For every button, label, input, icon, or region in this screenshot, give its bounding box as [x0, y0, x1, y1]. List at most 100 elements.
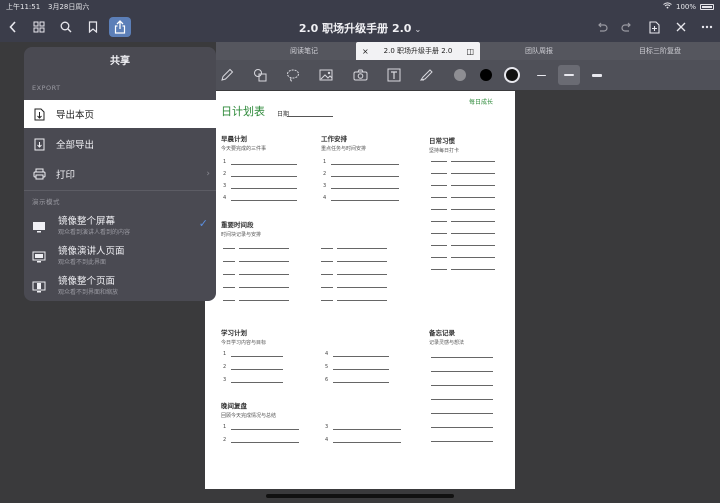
lasso-icon[interactable] [283, 65, 303, 85]
writing-line [431, 185, 447, 186]
split-view-icon[interactable]: ◫ [466, 47, 474, 56]
section-morning: 早晨计划 今天要完成的三件事 [221, 133, 266, 152]
writing-line [231, 200, 297, 201]
page-motto: 每日成长 [469, 99, 494, 106]
writing-line [321, 261, 333, 262]
section-subtitle: 今天要完成的三件事 [221, 146, 267, 152]
section-title: 学习计划 [221, 329, 247, 337]
mirror-speaker-label: 镜像演讲人页面 [58, 246, 125, 257]
mirror-speaker-option[interactable]: 镜像演讲人页面 观众看不到此界面 [24, 240, 216, 268]
section-study: 学习计划 今日学习内容与目标 [221, 327, 266, 346]
planner-page[interactable]: 日计划表 日期 每日成长 早晨计划 今天要完成的三件事 1 2 3 4 工作安排… [205, 91, 515, 489]
undo-icon[interactable] [591, 17, 613, 37]
tab-active-document[interactable]: × 2.0 职场升级手册 2.0 ◫ [356, 42, 480, 60]
writing-line [231, 369, 283, 370]
writing-line [321, 300, 333, 301]
home-indicator[interactable] [266, 494, 454, 498]
mirror-speaker-description: 观众看不到此界面 [58, 259, 107, 266]
line-number: 2 [323, 171, 327, 177]
writing-line [223, 261, 235, 262]
shapes-icon[interactable] [250, 65, 270, 85]
tab-reading-notes[interactable]: 阅读笔记 [254, 42, 354, 60]
writing-line [333, 442, 401, 443]
tab-label: 阅读笔记 [290, 47, 318, 55]
export-all-button[interactable]: 全部导出 [24, 130, 216, 158]
tab-label: 目标三阶复盘 [639, 47, 681, 55]
writing-line [337, 287, 387, 288]
line-number: 4 [323, 195, 327, 201]
writing-line [431, 371, 493, 372]
mirror-page-option[interactable]: 镜像整个页面 观众看不到界面和缩放 [24, 270, 216, 298]
export-all-icon [32, 137, 46, 151]
writing-line [337, 261, 387, 262]
color-swatch-black[interactable] [480, 69, 492, 81]
section-title: 备忘记录 [429, 329, 455, 337]
writing-line [431, 197, 447, 198]
grid-icon[interactable] [28, 17, 50, 37]
writing-line [431, 209, 447, 210]
writing-line [451, 269, 495, 270]
text-box-icon[interactable] [384, 65, 404, 85]
stroke-medium[interactable] [558, 65, 580, 85]
tab-team-weekly[interactable]: 团队周报 [484, 42, 594, 60]
tab-label: 团队周报 [525, 47, 553, 55]
new-page-icon[interactable] [643, 17, 665, 37]
image-icon[interactable] [316, 65, 336, 85]
pen-icon[interactable] [217, 65, 237, 85]
stroke-thick[interactable] [586, 65, 608, 85]
line-number: 1 [223, 424, 227, 430]
more-icon[interactable] [696, 17, 718, 37]
writing-line [331, 164, 399, 165]
close-icon[interactable] [670, 17, 692, 37]
bookmark-icon[interactable] [82, 17, 104, 37]
tab-goal-review[interactable]: 目标三阶复盘 [600, 42, 720, 60]
section-routine: 日常习惯 坚持每日打卡 [429, 135, 459, 154]
page-mirror-icon [32, 278, 46, 293]
mirror-screen-option[interactable]: 镜像整个屏幕 观众看到演讲人看到的内容 ✓ [24, 210, 216, 238]
writing-line [451, 161, 495, 162]
writing-line [223, 300, 235, 301]
section-notes: 备忘记录 记录灵感与想法 [429, 327, 464, 346]
section-review: 晚间复盘 回顾今天完成情况与总结 [221, 400, 276, 419]
highlighter-icon[interactable] [416, 65, 436, 85]
writing-line [431, 245, 447, 246]
writing-line [431, 427, 493, 428]
writing-line [431, 221, 447, 222]
writing-line [333, 369, 389, 370]
checkmark-icon: ✓ [198, 217, 208, 230]
writing-line [451, 245, 495, 246]
speaker-view-icon [32, 248, 46, 263]
wifi-icon [663, 2, 672, 11]
writing-line [451, 197, 495, 198]
presentation-section-header: 演示模式 [32, 198, 60, 206]
camera-icon[interactable] [350, 65, 370, 85]
writing-line [239, 261, 289, 262]
document-tabs: 阅读笔记 × 2.0 职场升级手册 2.0 ◫ 团队周报 目标三阶复盘 [216, 42, 720, 60]
line-number: 3 [323, 183, 327, 189]
export-section-header: EXPORT [32, 84, 61, 92]
writing-line [331, 176, 399, 177]
export-page-button[interactable]: 导出本页 [24, 100, 216, 128]
stroke-thin[interactable] [530, 65, 552, 85]
line-number: 6 [325, 377, 329, 383]
color-swatch-gray[interactable] [454, 69, 466, 81]
print-button[interactable]: 打印 › [24, 160, 216, 188]
writing-line [337, 248, 387, 249]
share-icon[interactable] [109, 17, 131, 37]
color-swatch-selected[interactable] [506, 69, 518, 81]
line-number: 2 [223, 364, 227, 370]
popover-title: 共享 [110, 56, 130, 67]
export-page-label: 导出本页 [56, 110, 95, 121]
writing-line [321, 274, 333, 275]
writing-line [337, 274, 387, 275]
search-icon[interactable] [55, 17, 77, 37]
redo-icon[interactable] [616, 17, 638, 37]
writing-line [231, 382, 283, 383]
section-title: 日常习惯 [429, 137, 455, 145]
tab-label: 2.0 职场升级手册 2.0 [383, 47, 453, 55]
line-number: 2 [223, 437, 227, 443]
chevron-left-icon[interactable] [2, 17, 24, 37]
writing-line [431, 441, 493, 442]
line-number: 5 [325, 364, 329, 370]
tab-close-icon[interactable]: × [362, 47, 369, 56]
